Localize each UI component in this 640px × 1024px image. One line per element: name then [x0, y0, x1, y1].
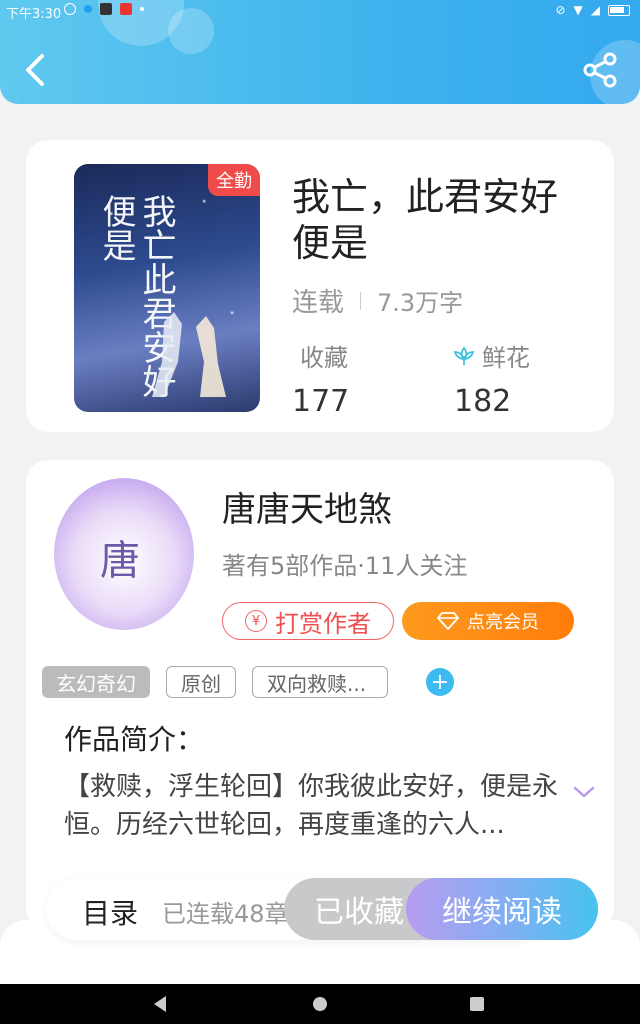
- wifi-icon: ▼: [573, 3, 583, 17]
- tip-author-label: 打赏作者: [275, 609, 371, 638]
- nav-home-icon[interactable]: [313, 997, 327, 1011]
- status-notification-icons: [64, 3, 144, 15]
- author-avatar[interactable]: 唐: [54, 478, 194, 630]
- add-tag-icon[interactable]: +: [426, 668, 454, 696]
- flowers-stat[interactable]: 鲜花: [452, 338, 530, 373]
- tag-list: 玄幻奇幻 原创 双向救赎... +: [42, 666, 454, 698]
- yen-icon: ¥: [245, 610, 267, 632]
- status-system-icons: ⊘ ▼ ◢: [555, 3, 630, 17]
- chevron-down-icon[interactable]: [572, 780, 596, 804]
- status-bar: 下午3:30 ⊘ ▼ ◢: [0, 0, 640, 24]
- tag-original[interactable]: 原创: [166, 666, 236, 698]
- tip-author-button[interactable]: ¥ 打赏作者: [222, 602, 394, 640]
- back-arrow-icon[interactable]: [18, 50, 58, 90]
- battery-icon: [608, 4, 630, 16]
- intro-heading: 作品简介：: [64, 723, 205, 756]
- system-navigation-bar: [0, 984, 640, 1024]
- toc-chapter-count: 已连载48章: [162, 900, 289, 928]
- intro-text: 【救赎，浮生轮回】你我彼此安好，便是永恒。历经六世轮回，再度重逢的六人...: [64, 772, 559, 840]
- book-meta: 连载 7.3万字: [292, 282, 463, 319]
- notification-icon: [100, 3, 112, 15]
- author-name[interactable]: 唐唐天地煞: [222, 482, 392, 531]
- more-dot-icon: [140, 7, 144, 11]
- author-card: 唐 唐唐天地煞 著有5部作品·11人关注 ¥ 打赏作者 点亮会员 玄幻奇幻 原创…: [26, 460, 614, 930]
- notification-icon: [64, 3, 76, 15]
- toc-label: 目录: [82, 897, 139, 930]
- diamond-icon: [437, 612, 459, 630]
- favorites-count: 177: [292, 384, 350, 419]
- flowers-label: 鲜花: [482, 344, 530, 372]
- tag-theme[interactable]: 双向救赎...: [252, 666, 388, 698]
- notification-icon: [84, 5, 92, 13]
- mute-icon: ⊘: [555, 3, 566, 17]
- full-attendance-badge: 全勤: [208, 164, 260, 196]
- book-status: 连载: [292, 288, 345, 318]
- top-header: 下午3:30 ⊘ ▼ ◢: [0, 0, 640, 104]
- book-info-card: 我亡此君安好便是 全勤 我亡，此君安好便是 连载 7.3万字 收藏 177 鲜花…: [26, 140, 614, 432]
- favorites-label: 收藏: [300, 344, 348, 372]
- nav-recent-apps-icon[interactable]: [470, 997, 484, 1011]
- vip-button[interactable]: 点亮会员: [402, 602, 574, 640]
- book-word-count: 7.3万字: [377, 289, 464, 317]
- cover-figures-illustration: [152, 312, 226, 397]
- book-title: 我亡，此君安好便是: [292, 175, 559, 265]
- book-cover[interactable]: 我亡此君安好便是 全勤: [74, 164, 260, 412]
- flowers-count: 182: [454, 384, 512, 419]
- signal-icon: ◢: [590, 3, 600, 17]
- status-time: 下午3:30: [6, 7, 62, 22]
- divider: [360, 291, 362, 310]
- share-icon[interactable]: [582, 52, 618, 88]
- tag-genre[interactable]: 玄幻奇幻: [42, 666, 150, 698]
- notification-icon: [120, 3, 132, 15]
- vip-label: 点亮会员: [467, 612, 539, 633]
- avatar-character: 唐: [100, 538, 140, 584]
- author-info: 著有5部作品·11人关注: [222, 552, 468, 580]
- flower-icon: [453, 345, 475, 365]
- nav-back-icon[interactable]: [154, 996, 166, 1012]
- continue-reading-button[interactable]: 继续阅读: [406, 878, 598, 940]
